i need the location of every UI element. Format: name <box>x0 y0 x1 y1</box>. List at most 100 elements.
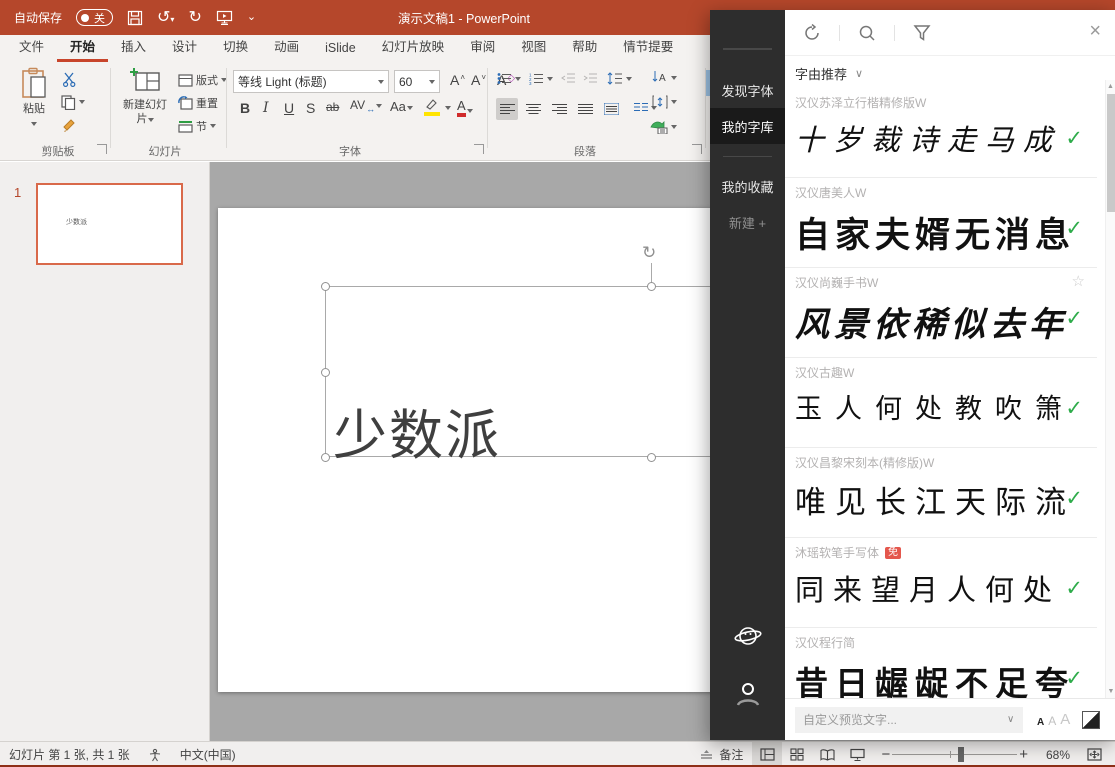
distribute-button[interactable] <box>600 98 622 120</box>
align-right-button[interactable] <box>548 98 570 120</box>
sidebar-item-my-favorites[interactable]: 我的收藏 <box>710 168 785 204</box>
change-case-button[interactable]: Aa <box>390 99 413 114</box>
character-spacing-button[interactable]: AV↔ <box>350 98 382 112</box>
slide-sorter-view-button[interactable] <box>782 742 812 767</box>
search-icon[interactable] <box>858 24 876 42</box>
favorite-star-icon[interactable]: ☆ <box>1072 272 1085 290</box>
tab-view[interactable]: 视图 <box>508 31 559 62</box>
refresh-icon[interactable] <box>803 24 821 42</box>
tab-animations[interactable]: 动画 <box>261 31 312 62</box>
align-center-button[interactable] <box>522 98 544 120</box>
language-status[interactable]: 中文(中国) <box>171 742 245 767</box>
normal-view-button[interactable] <box>752 742 782 767</box>
font-color-button[interactable]: A <box>457 98 473 117</box>
copy-icon[interactable] <box>60 94 85 110</box>
custom-preview-input[interactable] <box>795 707 1023 733</box>
undo-icon[interactable]: ↺▾ <box>157 10 174 26</box>
font-item[interactable]: 汉仪苏泽立行楷精修版W 十岁裁诗走马成 ✓ <box>785 88 1097 178</box>
layout-button[interactable]: 版式 <box>178 72 227 88</box>
zoom-in-button[interactable]: + <box>1017 742 1037 767</box>
strikethrough-button[interactable]: ab <box>326 100 339 114</box>
handle-top-left[interactable] <box>321 282 330 291</box>
autosave-toggle[interactable]: 关 <box>76 9 113 26</box>
highlight-color-button[interactable] <box>424 98 440 111</box>
bold-button[interactable]: B <box>240 100 250 116</box>
notes-button[interactable]: 备注 <box>691 742 752 767</box>
paste-button[interactable]: 粘贴 <box>8 67 60 131</box>
save-icon[interactable] <box>127 10 143 26</box>
zoom-slider-thumb[interactable] <box>958 747 964 762</box>
new-slide-button[interactable]: 新建幻灯片 <box>118 67 172 127</box>
align-text-button[interactable] <box>652 95 677 109</box>
line-spacing-button[interactable] <box>607 72 632 85</box>
clipboard-dialog-launcher[interactable] <box>97 144 107 154</box>
tab-storyboard[interactable]: 情节提要 <box>610 31 686 62</box>
tab-file[interactable]: 文件 <box>6 31 57 62</box>
cut-icon[interactable] <box>62 72 77 87</box>
reset-button[interactable]: 重置 <box>178 95 218 111</box>
font-item[interactable]: 汉仪尚巍手书W ☆ 风景依稀似去年 ✓ <box>785 268 1097 358</box>
convert-smartart-button[interactable] <box>650 120 677 134</box>
filter-icon[interactable] <box>913 24 931 42</box>
zoom-slider[interactable] <box>892 742 1017 767</box>
zoom-out-button[interactable]: − <box>872 742 892 767</box>
font-item[interactable]: 汉仪古趣W 玉人何处教吹箫 ✓ <box>785 358 1097 448</box>
font-dialog-launcher[interactable] <box>474 144 484 154</box>
tab-islide[interactable]: iSlide <box>312 36 369 62</box>
category-dropdown[interactable]: 字由推荐∨ <box>795 64 863 83</box>
section-button[interactable]: 节 <box>178 118 216 134</box>
tab-design[interactable]: 设计 <box>159 31 210 62</box>
scroll-down-icon[interactable]: ▼ <box>1106 688 1115 695</box>
slideshow-view-button[interactable] <box>842 742 872 767</box>
sidebar-item-new-collection[interactable]: 新建 + <box>710 204 785 240</box>
tab-review[interactable]: 审阅 <box>457 31 508 62</box>
handle-top-center[interactable] <box>647 282 656 291</box>
reading-view-button[interactable] <box>812 742 842 767</box>
font-size-combo[interactable]: 60 <box>394 70 440 93</box>
shrink-font-button[interactable]: A˅ <box>471 72 486 88</box>
sidebar-item-my-library[interactable]: 我的字库 <box>710 108 785 144</box>
start-slideshow-icon[interactable] <box>216 10 233 25</box>
handle-mid-left[interactable] <box>321 368 330 377</box>
handle-bottom-left[interactable] <box>321 453 330 462</box>
tab-home[interactable]: 开始 <box>57 31 108 62</box>
slide-thumbnail[interactable]: 少数派 <box>36 183 183 265</box>
underline-button[interactable]: U <box>284 100 294 116</box>
increase-indent-icon[interactable] <box>583 72 598 84</box>
tab-transitions[interactable]: 切换 <box>210 31 261 62</box>
tab-slideshow[interactable]: 幻灯片放映 <box>369 31 458 62</box>
customize-qat-icon[interactable]: ⌄ <box>247 12 256 23</box>
align-left-button[interactable] <box>496 98 518 120</box>
tab-help[interactable]: 帮助 <box>559 31 610 62</box>
slide-text[interactable]: 少数派 <box>333 391 501 470</box>
bullets-button[interactable] <box>497 72 521 85</box>
sidebar-item-discover-fonts[interactable]: 发现字体 <box>710 72 785 108</box>
format-painter-icon[interactable] <box>62 118 78 134</box>
accessibility-icon[interactable] <box>139 742 171 767</box>
rotation-handle-icon[interactable]: ↻ <box>642 243 656 263</box>
preview-size-buttons[interactable]: AAA <box>1037 711 1070 728</box>
panel-scrollbar[interactable]: ▲ ▼ <box>1105 80 1115 698</box>
justify-button[interactable] <box>574 98 596 120</box>
decrease-indent-icon[interactable] <box>561 72 576 84</box>
shadow-button[interactable]: S <box>306 100 315 116</box>
font-item[interactable]: 汉仪唐美人W 自家夫婿无消息 ✓ <box>785 178 1097 268</box>
close-icon[interactable]: × <box>1089 20 1101 43</box>
redo-icon[interactable]: ↻ <box>188 10 201 26</box>
text-direction-button[interactable]: A <box>652 70 677 85</box>
font-item[interactable]: 汉仪昌黎宋刻本(精修版)W 唯见长江天际流 ✓ <box>785 448 1097 538</box>
scroll-up-icon[interactable]: ▲ <box>1106 83 1115 90</box>
italic-button[interactable]: I <box>263 100 269 116</box>
zoom-level[interactable]: 68% <box>1037 742 1079 767</box>
font-item[interactable]: 沐瑶软笔手写体免 同来望月人何处 ✓ <box>785 538 1097 628</box>
planet-icon[interactable] <box>710 618 785 654</box>
numbering-button[interactable]: 123 <box>529 72 553 85</box>
fit-to-window-button[interactable] <box>1079 742 1109 767</box>
contrast-toggle-icon[interactable] <box>1082 711 1100 729</box>
tab-insert[interactable]: 插入 <box>108 31 159 62</box>
user-account-icon[interactable] <box>710 676 785 712</box>
font-name-combo[interactable]: 等线 Light (标题) <box>233 70 389 93</box>
paragraph-dialog-launcher[interactable] <box>692 144 702 154</box>
handle-bottom-center[interactable] <box>647 453 656 462</box>
highlight-dropdown-icon[interactable] <box>445 106 451 110</box>
